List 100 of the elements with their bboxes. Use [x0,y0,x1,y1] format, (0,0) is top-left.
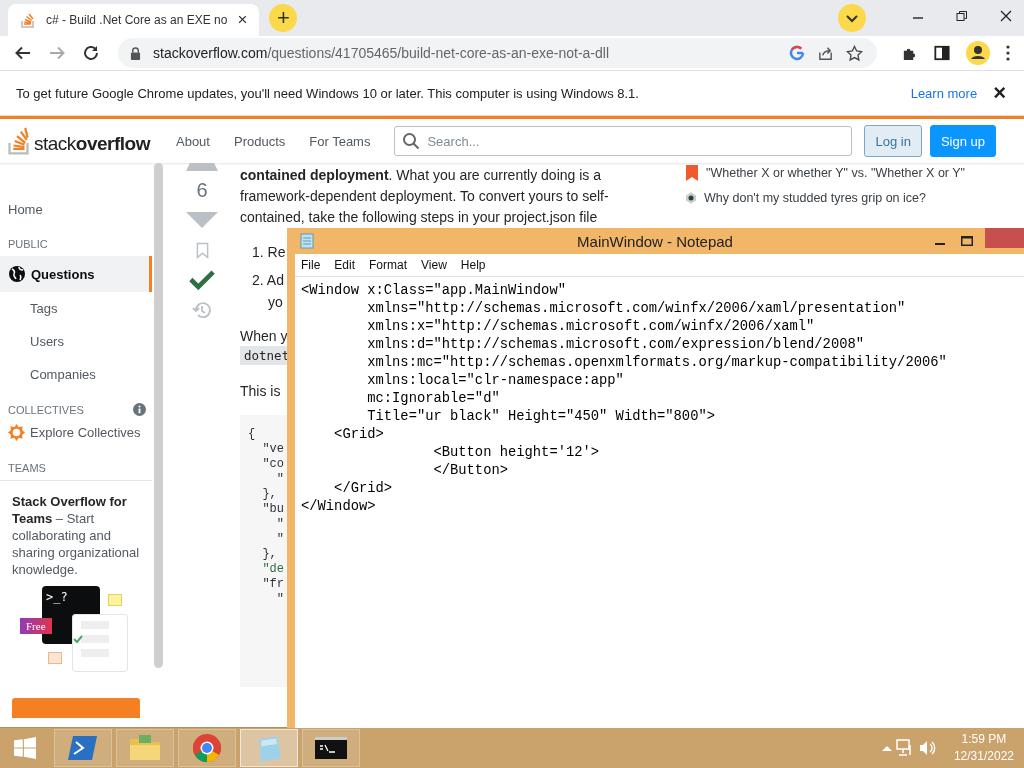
related-question-link[interactable]: Why don't my studded tyres grip on ice? [704,191,926,205]
code-line: " [275,592,284,607]
menu-item[interactable]: Format [369,258,408,272]
list-item-text: yo [267,293,283,312]
stack-icon [20,12,36,28]
login-button[interactable]: Log in [864,125,922,157]
sidebar-item[interactable]: Companies [0,358,152,391]
search-field[interactable]: Search... [394,126,853,156]
text-editor[interactable] [295,277,1024,728]
code-line: }, [261,487,277,502]
code-line: mc:Ignorable="d" [366,390,500,408]
code-line: " [275,532,284,547]
lock-icon [130,46,141,60]
menu-item[interactable]: File [301,258,321,272]
related-question-link[interactable]: "Whether X or whether Y" vs. "Whether X or Y" [706,166,966,180]
browser-app-icon[interactable] [178,729,236,767]
learn-more-link[interactable]: Learn more [910,85,978,101]
command-prompt-app-icon[interactable] [302,729,360,767]
teams-illustration-drawing: >_? Free [20,586,128,676]
tab-title: c# - Build .Net Core as an EXE no [46,13,228,27]
forward-icon[interactable] [48,44,66,62]
windows-logo-icon[interactable] [14,737,36,759]
terminal-app-icon[interactable] [54,729,112,767]
menu-item[interactable]: View [421,258,447,272]
code-line: " [275,517,284,532]
answer-text: framework-dependent deployment. To convert yours to self- [240,187,609,206]
code-line: " [275,472,284,487]
bookmark-icon [686,165,698,181]
collective-icon [8,424,25,441]
code-line: "ve [261,442,284,457]
code-line: xmlns:local="clr-namespace:app" [366,372,624,390]
url-text: stackoverflow.com/questions/41705465/build-net-core-as-an-exe-not-a-dll [153,45,610,61]
nav-link[interactable]: About [168,133,218,149]
list-item-text: 2. Ad [252,271,284,290]
code-line: xmlns:x="http://schemas.microsoft.com/winfx/2006/xaml" [366,318,815,336]
list-item-text: 1. Re [252,243,286,262]
code-line: }, [261,547,277,562]
update-message: To get future Google Chrome updates, you'll need Windows 10 or later. This computer is using Windows 8.1. [16,85,639,101]
section-heading: TEAMS [8,462,46,474]
section-heading: COLLECTIVES [8,403,84,416]
sidepanel-icon[interactable] [934,45,950,61]
code-line: { [248,427,256,442]
notepad-icon [299,233,315,249]
google-icon[interactable] [789,45,805,61]
folder-app-icon[interactable] [116,729,174,767]
code-line: "bu [261,502,284,517]
address-bar[interactable]: stackoverflow.com/questions/41705465/build-net-core-as-an-exe-not-a-dll [118,38,877,68]
sidebar-item[interactable]: Explore Collectives [0,422,152,450]
answer-text: contained deployment. What you are currently doing is a [240,166,601,185]
show-hidden-icons-icon[interactable] [881,745,892,751]
teams-promo-text: Stack Overflow for Teams – Start collaborating and sharing organizational knowledge. [12,493,141,578]
nav-link[interactable]: For Teams [301,133,379,149]
window-title: MainWindow - Notepad [576,232,734,250]
code-line: "de [261,562,284,577]
code-line: xmlns="http://schemas.microsoft.com/winfx/2006/xaml/presentation" [366,300,906,318]
reload-icon[interactable] [82,44,100,62]
code-line: "co [261,457,284,472]
back-icon[interactable] [14,44,32,62]
volume-icon[interactable] [917,739,936,757]
code-line: xmlns:d="http://schemas.microsoft.com/expression/blend/2008" [366,336,864,354]
code-line: </Window> [301,498,376,516]
stack-logo-icon[interactable] [8,127,32,155]
code-line: "fr [261,577,284,592]
close-icon[interactable]: × [993,80,1006,106]
code-line: <Button height='12'> [432,444,600,462]
search-icon [402,132,421,150]
vote-count: 6 [196,179,208,202]
nav-link[interactable]: Products [225,133,294,149]
menu-item[interactable]: Edit [334,258,356,272]
site-icon [686,192,696,204]
code-line: <Window x:Class="app.MainWindow" [301,282,566,300]
site-logo-text[interactable]: stackoverflow [34,133,150,155]
sidebar-item[interactable]: Questions [0,256,152,292]
section-heading: PUBLIC [8,238,48,250]
code-line: </Grid> [333,480,393,498]
close-icon[interactable] [1000,10,1012,22]
info-icon[interactable] [133,403,146,416]
globe-icon [8,265,26,283]
new-tab-button[interactable]: + [269,4,298,32]
maximize-icon[interactable] [961,236,973,246]
code-line: Title="ur black" Height="450" Width="800"> [366,408,715,426]
chevron-icon[interactable] [838,4,866,32]
code-line: xmlns:mc="http://schemas.openxmlformats.org/markup-compatibility/2006" [366,354,947,372]
answer-text: This is [240,382,281,401]
sidebar-item[interactable]: Users [0,325,152,358]
browser-tab[interactable]: c# - Build .Net Core as an EXE no × [8,4,260,36]
network-icon[interactable] [895,739,914,757]
sidebar-item[interactable]: Home [0,193,152,226]
answer-text: When y [240,327,288,346]
scrollbar[interactable] [154,163,163,668]
sidebar-item[interactable]: Tags [0,292,152,325]
restore-icon[interactable] [956,10,968,22]
close-icon[interactable]: × [237,10,248,30]
answer-text: contained, take the following steps in your project.json file [240,208,598,227]
menu-item[interactable]: Help [460,258,486,272]
star-icon[interactable] [846,44,863,62]
menu-icon[interactable] [1006,45,1010,61]
profile-avatar-icon[interactable] [966,41,990,65]
code-line: </Button> [432,462,508,480]
code-line: <Grid> [333,426,384,444]
